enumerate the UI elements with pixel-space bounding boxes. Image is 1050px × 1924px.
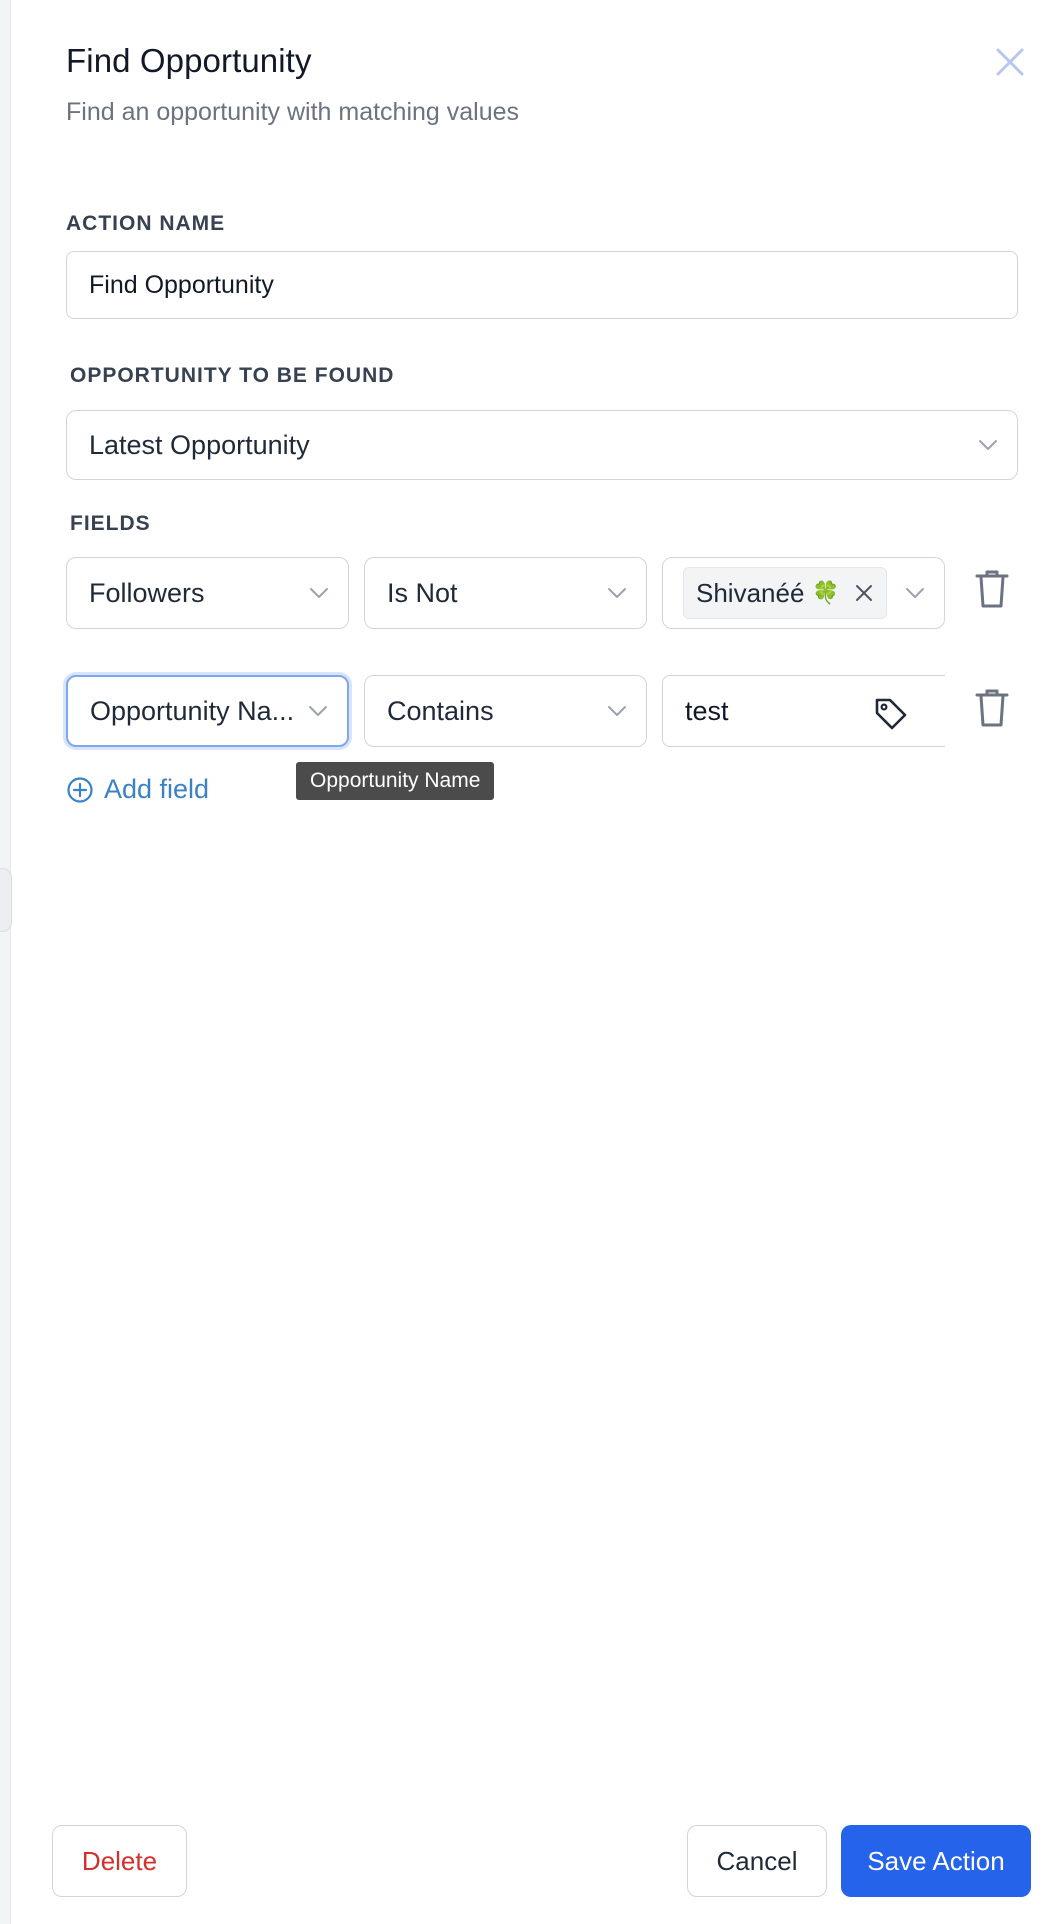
dialog-title: Find Opportunity <box>66 42 312 79</box>
opportunity-label: OPPORTUNITY TO BE FOUND <box>70 364 395 387</box>
delete-row-button[interactable] <box>974 568 1010 610</box>
dialog-subtitle: Find an opportunity with matching values <box>66 98 520 126</box>
operator-select-contains[interactable]: Contains <box>364 675 647 747</box>
tag-icon[interactable] <box>873 696 909 732</box>
chevron-down-icon <box>310 588 328 598</box>
trash-icon <box>975 689 1009 727</box>
plus-circle-icon <box>67 776 93 803</box>
chevron-down-icon <box>608 706 626 716</box>
close-icon <box>996 48 1024 76</box>
chevron-down-icon <box>309 706 327 716</box>
background-strip <box>0 0 11 1924</box>
cancel-button[interactable]: Cancel <box>687 1825 827 1897</box>
field-select-value: Opportunity Na... <box>90 695 295 726</box>
action-name-label: ACTION NAME <box>66 212 226 235</box>
field-select-opportunity-name[interactable]: Opportunity Na... <box>66 675 349 747</box>
remove-chip-icon[interactable] <box>854 583 874 603</box>
fields-label: FIELDS <box>70 512 151 535</box>
opportunity-select-value: Latest Opportunity <box>89 429 310 460</box>
operator-select-value: Is Not <box>387 577 458 608</box>
chevron-down-icon <box>979 440 997 450</box>
add-field-label: Add field <box>104 774 210 804</box>
selected-user-chip: Shivanéé 🍀 <box>683 567 887 619</box>
field-tooltip: Opportunity Name <box>296 762 495 800</box>
field-select-value: Followers <box>89 577 205 608</box>
chevron-down-icon <box>906 588 924 598</box>
save-action-button[interactable]: Save Action <box>841 1825 1031 1897</box>
delete-row-button[interactable] <box>974 687 1010 729</box>
opportunity-select[interactable]: Latest Opportunity <box>66 410 1018 480</box>
chip-label: Shivanéé <box>696 577 805 608</box>
value-multiselect[interactable]: Shivanéé 🍀 <box>662 557 945 629</box>
background-tab <box>0 868 12 932</box>
action-name-input[interactable] <box>66 251 1018 319</box>
find-opportunity-panel: Find Opportunity Find an opportunity wit… <box>12 0 1050 1924</box>
close-button[interactable] <box>992 44 1028 80</box>
operator-select-is-not[interactable]: Is Not <box>364 557 647 629</box>
field-select-followers[interactable]: Followers <box>66 557 349 629</box>
operator-select-value: Contains <box>387 695 494 726</box>
chevron-down-icon <box>608 588 626 598</box>
delete-button[interactable]: Delete <box>52 1825 187 1897</box>
trash-icon <box>975 570 1009 608</box>
clover-emoji: 🍀 <box>812 580 840 605</box>
value-text-input[interactable]: test <box>662 675 945 747</box>
add-field-button[interactable]: Add field <box>66 774 209 805</box>
